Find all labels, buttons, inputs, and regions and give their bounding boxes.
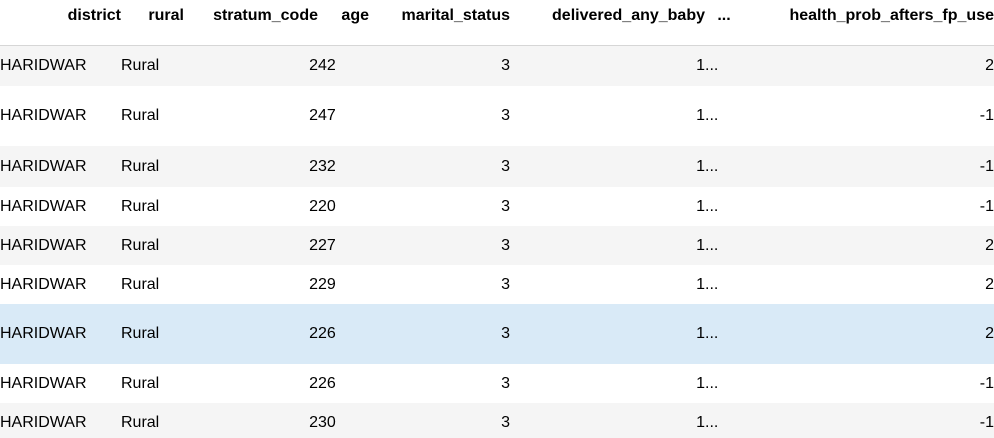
cell-delivered-any-baby: 1 bbox=[696, 413, 705, 431]
cell-age: 47 bbox=[318, 107, 336, 124]
cell-stratum-code: 2 bbox=[309, 236, 318, 254]
cell-marital-status: 3 bbox=[501, 236, 510, 254]
cell-stratum-code: 2 bbox=[309, 107, 318, 124]
cell-rural: Rural bbox=[121, 413, 160, 431]
cell-stratum-code: 2 bbox=[309, 325, 318, 342]
cell-district: HARIDWAR bbox=[0, 374, 87, 392]
cell-rural: Rural bbox=[121, 374, 160, 392]
cell-health-prob-afters-fp-use: 2 bbox=[985, 236, 994, 254]
cell-marital-status: 3 bbox=[501, 197, 510, 215]
column-header-stratum-code: stratum_code bbox=[184, 0, 318, 46]
cell-stratum-code: 2 bbox=[309, 157, 318, 175]
cell-age: 30 bbox=[318, 413, 336, 431]
cell-marital-status: 3 bbox=[501, 325, 510, 342]
table-row: HARIDWAR Rural 2 27 3 1 ... 2 bbox=[0, 226, 994, 265]
cell-rural: Rural bbox=[121, 56, 160, 74]
cell-rural: Rural bbox=[121, 325, 160, 342]
column-header-rural: rural bbox=[121, 0, 184, 46]
cell-ellipsis: ... bbox=[705, 325, 719, 342]
cell-rural: Rural bbox=[121, 275, 160, 293]
cell-health-prob-afters-fp-use: 2 bbox=[985, 325, 994, 342]
table-row-hovered: HARIDWAR Rural 2 26 3 1 ... 2 bbox=[0, 304, 994, 364]
cell-stratum-code: 2 bbox=[309, 197, 318, 215]
column-header-delivered-any-baby: delivered_any_baby bbox=[510, 0, 705, 46]
column-header-district: district bbox=[0, 0, 121, 46]
dataframe-table: district rural stratum_code age marital_… bbox=[0, 0, 994, 438]
cell-marital-status: 3 bbox=[501, 275, 510, 293]
table-row: HARIDWAR Rural 2 26 3 1 ... -1 bbox=[0, 364, 994, 403]
cell-rural: Rural bbox=[121, 107, 160, 124]
cell-health-prob-afters-fp-use: -1 bbox=[979, 197, 994, 215]
cell-delivered-any-baby: 1 bbox=[696, 56, 705, 74]
cell-district: HARIDWAR bbox=[0, 275, 87, 293]
table-row: HARIDWAR Rural 2 32 3 1 ... -1 bbox=[0, 146, 994, 187]
cell-ellipsis: ... bbox=[705, 374, 719, 392]
cell-health-prob-afters-fp-use: 2 bbox=[985, 275, 994, 293]
cell-rural: Rural bbox=[121, 236, 160, 254]
cell-delivered-any-baby: 1 bbox=[696, 325, 705, 342]
cell-health-prob-afters-fp-use: -1 bbox=[979, 157, 994, 175]
dataframe-output: district rural stratum_code age marital_… bbox=[0, 0, 994, 438]
cell-health-prob-afters-fp-use: -1 bbox=[979, 413, 994, 431]
cell-age: 32 bbox=[318, 157, 336, 175]
cell-age: 26 bbox=[318, 374, 336, 392]
cell-district: HARIDWAR bbox=[0, 56, 87, 74]
cell-age: 29 bbox=[318, 275, 336, 293]
cell-health-prob-afters-fp-use: 2 bbox=[985, 56, 994, 74]
cell-marital-status: 3 bbox=[501, 413, 510, 431]
cell-marital-status: 3 bbox=[501, 107, 510, 124]
cell-ellipsis: ... bbox=[705, 197, 719, 215]
cell-district: HARIDWAR bbox=[0, 107, 87, 124]
table-row: HARIDWAR Rural 2 42 3 1 ... 2 bbox=[0, 45, 994, 86]
cell-delivered-any-baby: 1 bbox=[696, 197, 705, 215]
cell-stratum-code: 2 bbox=[309, 275, 318, 293]
cell-district: HARIDWAR bbox=[0, 157, 87, 175]
cell-ellipsis: ... bbox=[705, 275, 719, 293]
cell-age: 26 bbox=[318, 325, 336, 342]
cell-stratum-code: 2 bbox=[309, 374, 318, 392]
cell-ellipsis: ... bbox=[705, 107, 719, 124]
cell-health-prob-afters-fp-use: -1 bbox=[979, 374, 994, 392]
column-header-health-prob-afters-fp-use: health_prob_afters_fp_use bbox=[743, 0, 994, 46]
table-row: HARIDWAR Rural 2 20 3 1 ... -1 bbox=[0, 187, 994, 226]
cell-marital-status: 3 bbox=[501, 157, 510, 175]
table-body: HARIDWAR Rural 2 42 3 1 ... 2 HARIDWAR R… bbox=[0, 45, 994, 438]
column-header-age: age bbox=[318, 0, 369, 46]
cell-ellipsis: ... bbox=[705, 157, 719, 175]
cell-stratum-code: 2 bbox=[309, 56, 318, 74]
cell-district: HARIDWAR bbox=[0, 413, 87, 431]
cell-district: HARIDWAR bbox=[0, 236, 87, 254]
table-header: district rural stratum_code age marital_… bbox=[0, 0, 994, 46]
cell-age: 27 bbox=[318, 236, 336, 254]
cell-delivered-any-baby: 1 bbox=[696, 157, 705, 175]
cell-delivered-any-baby: 1 bbox=[696, 275, 705, 293]
cell-district: HARIDWAR bbox=[0, 197, 87, 215]
table-row: HARIDWAR Rural 2 29 3 1 ... 2 bbox=[0, 265, 994, 304]
table-row: HARIDWAR Rural 2 30 3 1 ... -1 bbox=[0, 403, 994, 438]
cell-stratum-code: 2 bbox=[309, 413, 318, 431]
cell-rural: Rural bbox=[121, 197, 160, 215]
cell-ellipsis: ... bbox=[705, 413, 719, 431]
cell-ellipsis: ... bbox=[705, 236, 719, 254]
cell-marital-status: 3 bbox=[501, 374, 510, 392]
cell-delivered-any-baby: 1 bbox=[696, 374, 705, 392]
cell-marital-status: 3 bbox=[501, 56, 510, 74]
cell-age: 20 bbox=[318, 197, 336, 215]
cell-rural: Rural bbox=[121, 157, 160, 175]
cell-delivered-any-baby: 1 bbox=[696, 236, 705, 254]
cell-delivered-any-baby: 1 bbox=[696, 107, 705, 124]
cell-ellipsis: ... bbox=[705, 56, 719, 74]
cell-health-prob-afters-fp-use: -1 bbox=[979, 107, 994, 124]
header-row: district rural stratum_code age marital_… bbox=[0, 0, 994, 46]
column-header-ellipsis: ... bbox=[705, 0, 743, 46]
cell-district: HARIDWAR bbox=[0, 325, 87, 342]
cell-age: 42 bbox=[318, 56, 336, 74]
table-row: HARIDWAR Rural 2 47 3 1 ... -1 bbox=[0, 86, 994, 146]
column-header-marital-status: marital_status bbox=[369, 0, 510, 46]
